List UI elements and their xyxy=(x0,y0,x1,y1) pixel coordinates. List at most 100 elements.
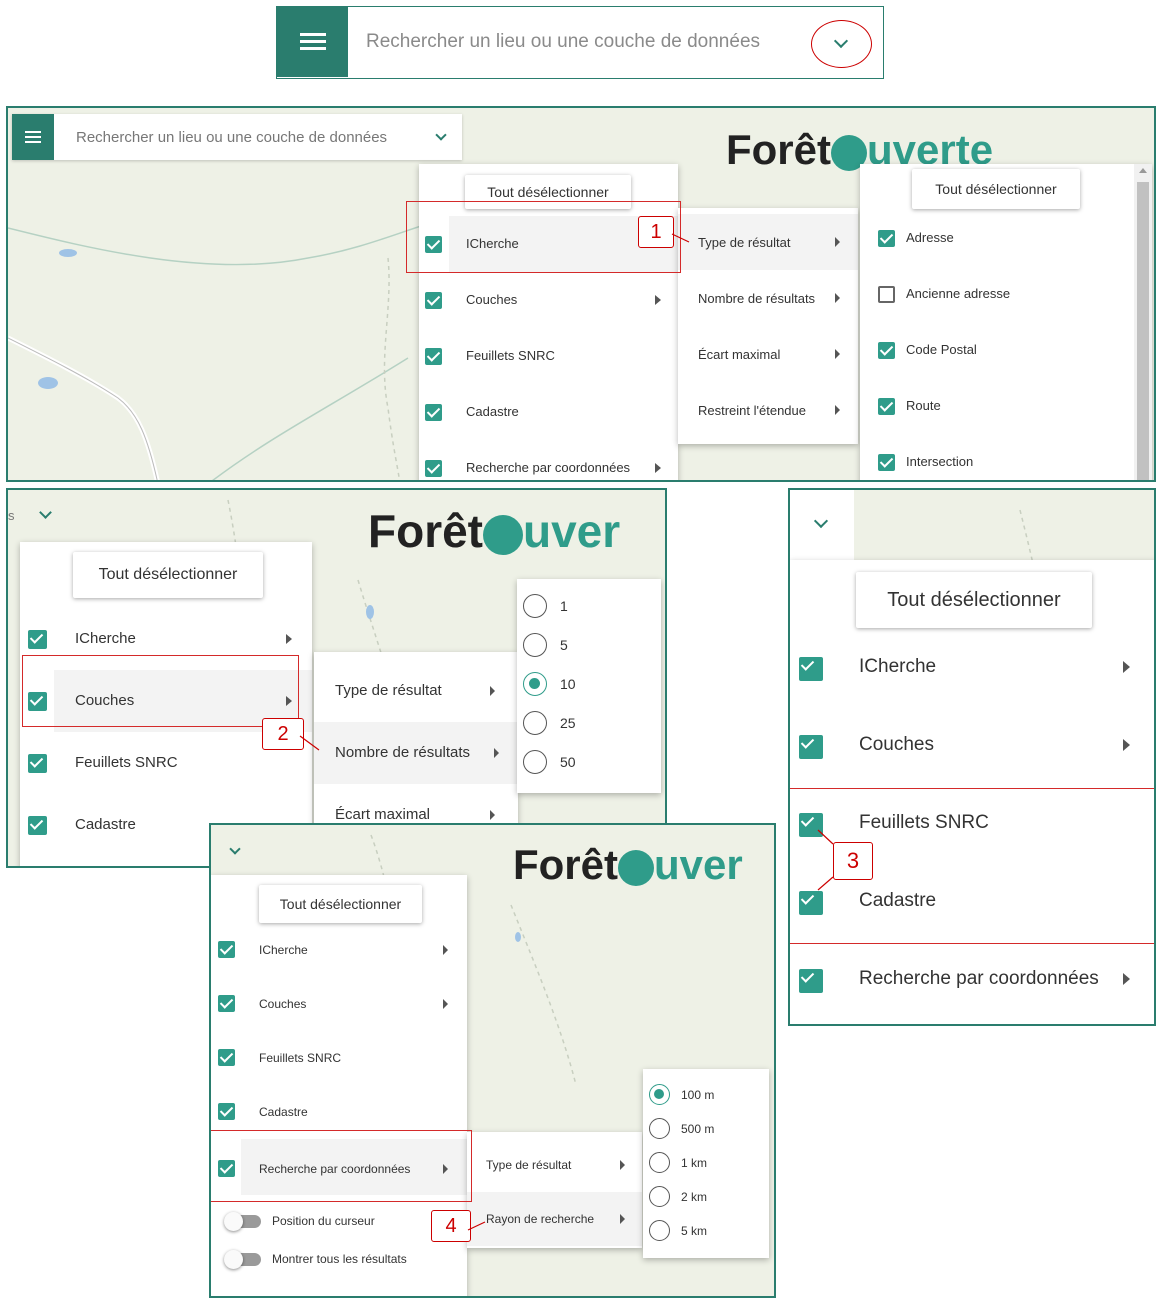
menu-item-feuillets[interactable]: Feuillets SNRC xyxy=(419,328,678,384)
submenu-item-type-resultat[interactable]: Type de résultat xyxy=(314,660,518,722)
deselect-all-button[interactable]: Tout désélectionner xyxy=(73,552,263,598)
menu-item-couches[interactable]: Couches xyxy=(211,977,467,1031)
result-type-intersection[interactable]: Intersection xyxy=(860,440,1152,480)
hamburger-icon xyxy=(300,33,326,51)
result-count-option-50[interactable]: 50 xyxy=(517,743,661,782)
radio-2km[interactable] xyxy=(649,1186,670,1207)
result-count-option-10[interactable]: 10 xyxy=(517,665,661,704)
coordonnees-checkbox[interactable] xyxy=(425,460,442,477)
result-count-option-25[interactable]: 25 xyxy=(517,704,661,743)
expand-search-options-button[interactable] xyxy=(811,20,872,68)
cursor-position-toggle[interactable] xyxy=(224,1212,261,1231)
result-count-option-5[interactable]: 5 xyxy=(517,626,661,665)
search-options-menu: Tout désélectionner ICherche Couches Feu… xyxy=(211,875,467,1296)
feuillets-checkbox[interactable] xyxy=(28,754,47,773)
intersection-checkbox[interactable] xyxy=(878,454,895,471)
coordonnees-checkbox[interactable] xyxy=(799,969,823,993)
icherche-submenu: Type de résultat Nombre de résultats Éca… xyxy=(678,208,858,444)
scrollbar-thumb[interactable] xyxy=(1137,182,1149,480)
cadastre-checkbox[interactable] xyxy=(28,816,47,835)
menu-item-couches[interactable]: Couches xyxy=(790,706,1154,784)
callout-4: 4 xyxy=(431,1210,471,1242)
submenu-item-restreint[interactable]: Restreint l'étendue xyxy=(678,382,858,438)
caret-right-icon xyxy=(655,463,661,473)
callout-2: 2 xyxy=(262,718,304,750)
menu-item-coordonnees[interactable]: Recherche par coordonnées xyxy=(790,940,1154,1018)
feuillets-checkbox[interactable] xyxy=(218,1049,235,1066)
toggle-show-all[interactable]: Montrer tous les résultats xyxy=(211,1243,467,1275)
submenu-item-ecart-maximal[interactable]: Écart maximal xyxy=(678,326,858,382)
scrollbar[interactable] xyxy=(1134,164,1152,480)
menu-item-icherche[interactable]: ICherche xyxy=(790,628,1154,706)
deselect-all-button[interactable]: Tout désélectionner xyxy=(259,885,422,923)
chevron-down-icon xyxy=(833,33,849,49)
cadastre-checkbox[interactable] xyxy=(425,404,442,421)
couches-checkbox[interactable] xyxy=(425,292,442,309)
menu-item-couches[interactable]: Couches xyxy=(419,272,678,328)
deselect-all-button[interactable]: Tout désélectionner xyxy=(912,169,1080,209)
menu-item-feuillets[interactable]: Feuillets SNRC xyxy=(211,1031,467,1085)
submenu-item-nombre-resultats[interactable]: Nombre de résultats xyxy=(678,270,858,326)
result-type-ancienne-adresse[interactable]: Ancienne adresse xyxy=(860,272,1152,328)
couches-checkbox[interactable] xyxy=(218,995,235,1012)
deselect-all-button[interactable]: Tout désélectionner xyxy=(856,572,1092,628)
radius-menu: 100 m 500 m 1 km 2 km 5 km xyxy=(643,1069,769,1258)
ancienne-adresse-checkbox[interactable] xyxy=(878,286,895,303)
chevron-down-icon[interactable] xyxy=(813,513,829,529)
search-input[interactable]: Rechercher un lieu ou une couche de donn… xyxy=(76,129,387,146)
chevron-down-icon[interactable] xyxy=(435,129,447,141)
radio-100m[interactable] xyxy=(649,1084,670,1105)
icherche-checkbox[interactable] xyxy=(28,630,47,649)
icherche-checkbox[interactable] xyxy=(799,657,823,681)
caret-right-icon xyxy=(443,999,448,1009)
menu-item-cadastre[interactable]: Cadastre xyxy=(419,384,678,440)
show-all-results-toggle[interactable] xyxy=(224,1250,261,1269)
radius-option-5km[interactable]: 5 km xyxy=(643,1213,769,1247)
search-input[interactable]: Rechercher un lieu ou une couche de donn… xyxy=(366,31,760,53)
radius-option-500m[interactable]: 500 m xyxy=(643,1111,769,1145)
route-checkbox[interactable] xyxy=(878,398,895,415)
result-type-route[interactable]: Route xyxy=(860,384,1152,440)
radio-500m[interactable] xyxy=(649,1118,670,1139)
submenu-item-nombre-resultats[interactable]: Nombre de résultats xyxy=(314,722,518,784)
radius-option-2km[interactable]: 2 km xyxy=(643,1179,769,1213)
radius-option-1km[interactable]: 1 km xyxy=(643,1145,769,1179)
radio-1[interactable] xyxy=(523,594,547,618)
menu-item-icherche[interactable]: ICherche xyxy=(211,923,467,977)
caret-right-icon xyxy=(655,295,661,305)
radio-10[interactable] xyxy=(523,672,547,696)
radio-5[interactable] xyxy=(523,633,547,657)
caret-right-icon xyxy=(835,293,840,303)
menu-item-coordonnees[interactable]: Recherche par coordonnées xyxy=(419,440,678,480)
couches-checkbox[interactable] xyxy=(799,735,823,759)
adresse-checkbox[interactable] xyxy=(878,230,895,247)
result-type-code-postal[interactable]: Code Postal xyxy=(860,328,1152,384)
caret-right-icon xyxy=(835,349,840,359)
tree-icon xyxy=(483,514,523,555)
radius-option-100m[interactable]: 100 m xyxy=(643,1077,769,1111)
menu-button[interactable] xyxy=(277,7,348,77)
result-count-option-1[interactable]: 1 xyxy=(517,587,661,626)
code-postal-checkbox[interactable] xyxy=(878,342,895,359)
toggle-cursor-position[interactable]: Position du curseur xyxy=(211,1205,467,1237)
cadastre-checkbox[interactable] xyxy=(218,1103,235,1120)
radio-5km[interactable] xyxy=(649,1220,670,1241)
radio-25[interactable] xyxy=(523,711,547,735)
search-bar: Rechercher un lieu ou une couche de donn… xyxy=(12,114,462,160)
menu-button[interactable] xyxy=(12,114,54,160)
caret-right-icon xyxy=(1123,739,1130,751)
icherche-checkbox[interactable] xyxy=(218,941,235,958)
caret-right-icon xyxy=(443,945,448,955)
result-type-adresse[interactable]: Adresse xyxy=(860,216,1152,272)
foret-ouverte-logo: Forêt uver xyxy=(513,841,743,888)
caret-right-icon xyxy=(494,748,499,758)
feuillets-checkbox[interactable] xyxy=(425,348,442,365)
radio-1km[interactable] xyxy=(649,1152,670,1173)
caret-right-icon xyxy=(1123,973,1130,985)
result-count-menu: 1 5 10 25 50 xyxy=(517,579,661,793)
search-input-fragment: s xyxy=(8,508,15,523)
radio-50[interactable] xyxy=(523,750,547,774)
map-panel-3: Tout désélectionner ICherche Couches Feu… xyxy=(788,488,1156,1026)
submenu-item-type-resultat[interactable]: Type de résultat xyxy=(678,214,858,270)
submenu-item-type-resultat[interactable]: Type de résultat xyxy=(467,1138,642,1192)
